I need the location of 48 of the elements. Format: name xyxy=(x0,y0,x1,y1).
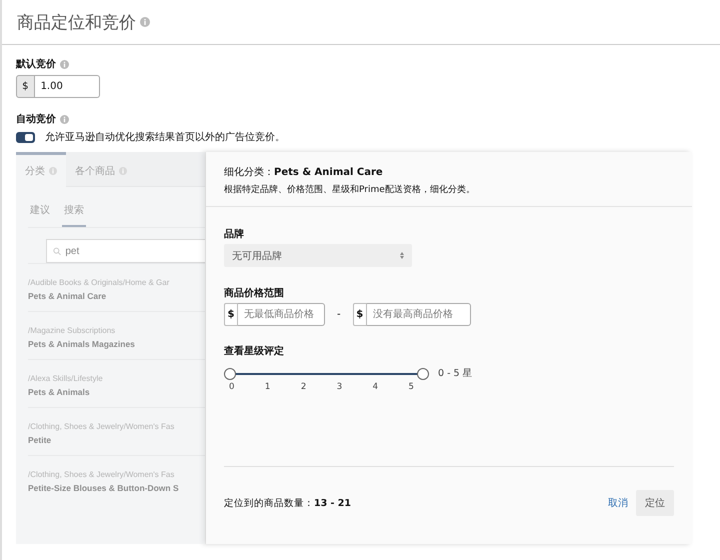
cancel-link[interactable]: 取消 xyxy=(608,496,628,510)
category-result[interactable]: /Audible Books & Originals/Home & Gar Pets & Animal Care xyxy=(28,263,205,311)
category-result[interactable]: /Alexa Skills/Lifestyle Pets & Animals xyxy=(28,359,205,407)
brand-select[interactable]: 无可用品牌 xyxy=(224,244,412,267)
info-icon[interactable] xyxy=(60,60,69,68)
info-icon[interactable] xyxy=(140,17,150,27)
info-icon[interactable] xyxy=(119,166,127,174)
tick-label: 2 xyxy=(300,382,306,392)
info-icon[interactable] xyxy=(60,114,69,124)
search-field[interactable]: pet xyxy=(46,239,205,263)
sub-tab[interactable]: 搜索 xyxy=(62,201,86,227)
star-range-reading: 0 - 5 星 xyxy=(438,367,473,380)
tick-label: 1 xyxy=(264,382,270,392)
tick-label: 5 xyxy=(408,382,414,392)
tick-label: 4 xyxy=(372,382,378,392)
target-count: 定位到的商品数量：13 - 21 xyxy=(224,496,351,510)
field-label: 商品价格范围 xyxy=(224,286,285,300)
currency-addon: $ xyxy=(224,303,238,326)
category-result[interactable]: /Clothing, Shoes & Jewelry/Women's Fas Petite xyxy=(28,407,205,455)
star-range-slider[interactable] xyxy=(224,368,429,380)
tab[interactable]: 各个商品 xyxy=(66,152,205,187)
range-separator: - xyxy=(337,309,341,320)
tick-label: 3 xyxy=(336,382,342,392)
drawer-title: 细化分类：Pets & Animal Care xyxy=(224,166,384,179)
currency-addon: $ xyxy=(16,75,35,98)
page-title: 商品定位和竞价 xyxy=(17,12,136,34)
toggle-description: 允许亚马逊自动优化搜索结果首页以外的广告位竞价。 xyxy=(45,130,285,144)
search-icon xyxy=(53,246,62,256)
bid-field[interactable]: 1.00 xyxy=(34,75,100,98)
toggle-switch[interactable] xyxy=(16,132,35,142)
field-label: 品牌 xyxy=(224,228,245,241)
info-icon[interactable] xyxy=(49,167,57,175)
field-label: 默认竞价 xyxy=(16,57,56,71)
category-result[interactable]: /Clothing, Shoes & Jewelry/Women's Fas Petite-Size Blouses & Button-Down S xyxy=(28,455,205,503)
field-label: 自动竞价 xyxy=(16,112,56,126)
search-input[interactable]: pet xyxy=(63,244,205,258)
drawer-subtitle: 根据特定品牌、价格范围、星级和Prime配送资格，细化分类。 xyxy=(224,184,476,196)
slider-thumb[interactable] xyxy=(417,368,429,380)
currency-addon: $ xyxy=(352,303,367,326)
sub-tab[interactable]: 建议 xyxy=(28,201,52,227)
min-price-field[interactable]: 无最低商品价格 xyxy=(238,303,325,326)
target-button[interactable]: 定位 xyxy=(636,490,674,516)
field-label: 查看星级评定 xyxy=(224,344,285,358)
tick-label: 0 xyxy=(229,382,234,392)
category-result[interactable]: /Magazine Subscriptions Pets & Animals Magazines xyxy=(28,311,205,359)
max-price-field[interactable]: 没有最高商品价格 xyxy=(366,303,471,326)
slider-thumb[interactable] xyxy=(224,368,236,380)
sort-caret-icon xyxy=(400,252,404,259)
